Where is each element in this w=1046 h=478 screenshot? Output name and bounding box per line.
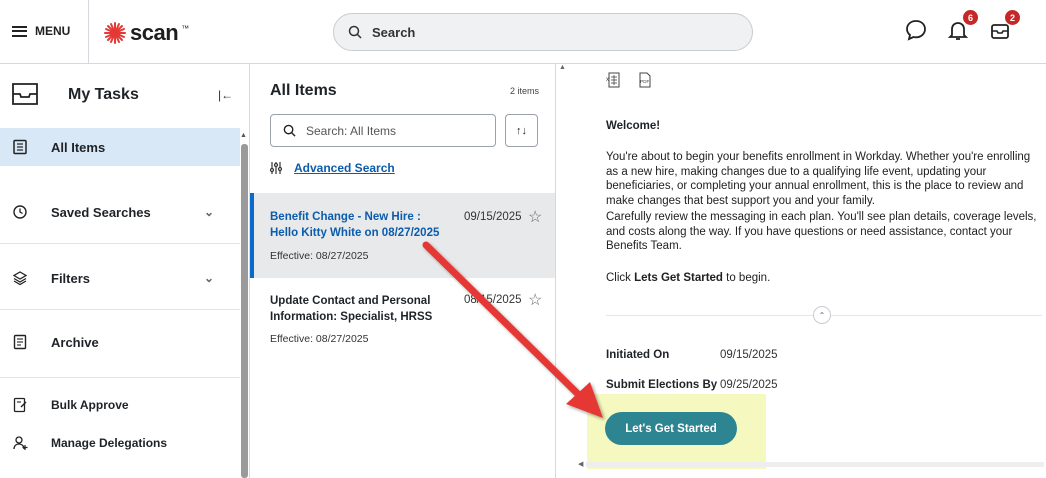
- delegation-icon: [13, 436, 28, 450]
- search-icon: [283, 124, 296, 137]
- sidebar-item-bulk-approve[interactable]: Bulk Approve: [0, 390, 240, 420]
- inbox-button[interactable]: 2: [988, 10, 1020, 42]
- task-date: 09/15/2025: [464, 211, 522, 223]
- sidebar-item-all-items[interactable]: All Items: [0, 128, 240, 166]
- chevron-up-icon: ⌃: [818, 310, 826, 320]
- sidebar-item-archive[interactable]: Archive: [0, 314, 240, 370]
- sidebar-item-label: Filters: [51, 270, 91, 286]
- task-search-input[interactable]: [306, 123, 476, 138]
- instruction-line: Click Lets Get Started to begin.: [606, 272, 770, 284]
- initiated-on-label: Initiated On: [606, 349, 670, 361]
- lets-get-started-button[interactable]: Let's Get Started: [605, 412, 737, 445]
- menu-button[interactable]: MENU: [12, 24, 70, 38]
- global-search-bar[interactable]: [333, 13, 753, 51]
- welcome-heading: Welcome!: [606, 120, 661, 132]
- instruction-suffix: to begin.: [722, 272, 771, 284]
- pdf-icon[interactable]: PDF: [638, 72, 652, 88]
- logo-trademark: ™: [181, 24, 190, 33]
- inbox-badge: 2: [1005, 10, 1020, 25]
- scroll-up-arrow-icon[interactable]: ▲: [240, 132, 247, 139]
- hamburger-icon: [12, 25, 27, 37]
- collapse-sidebar-icon[interactable]: |←: [218, 88, 233, 102]
- layers-icon: [12, 271, 28, 286]
- filter-sliders-icon: [270, 162, 282, 174]
- review-paragraph: Carefully review the messaging in each p…: [606, 211, 1037, 252]
- archive-icon: [13, 334, 27, 350]
- list-icon: [13, 139, 27, 155]
- task-effective-date: Effective: 08/27/2025: [270, 333, 369, 345]
- task-effective-date: Effective: 08/27/2025: [270, 250, 369, 262]
- task-item[interactable]: Benefit Change - New Hire : Hello Kitty …: [250, 193, 555, 278]
- sidebar-item-manage-delegations[interactable]: Manage Delegations: [0, 428, 240, 458]
- sidebar-divider: [0, 309, 240, 310]
- task-title[interactable]: Benefit Change - New Hire : Hello Kitty …: [270, 209, 440, 241]
- clock-icon: [13, 205, 27, 219]
- task-list-title: All Items: [270, 82, 337, 99]
- chevron-down-icon[interactable]: ⌄: [204, 271, 214, 285]
- sidebar-title: My Tasks: [68, 86, 139, 103]
- sidebar-item-label: Saved Searches: [51, 204, 151, 220]
- svg-text:x: x: [606, 77, 609, 83]
- sidebar-divider: [0, 243, 240, 244]
- item-count: 2 items: [510, 86, 540, 96]
- search-icon: [348, 25, 362, 39]
- sidebar-item-saved-searches[interactable]: Saved Searches ⌄: [0, 182, 240, 242]
- excel-icon[interactable]: x: [606, 72, 620, 88]
- sidebar-divider: [0, 377, 240, 378]
- company-logo[interactable]: scan ™: [103, 20, 189, 46]
- advanced-search-label: Advanced Search: [294, 161, 395, 175]
- inbox-tray-icon: [12, 83, 38, 105]
- instruction-bold: Lets Get Started: [634, 272, 723, 284]
- submit-elections-value: 09/25/2025: [720, 379, 778, 391]
- sunburst-logo-icon: [104, 22, 126, 44]
- task-item[interactable]: Update Contact and Personal Information:…: [250, 278, 555, 358]
- sort-arrows-icon: ↑↓: [516, 124, 527, 137]
- task-list-panel: All Items 2 items ↑↓ Advanced Search Ben…: [250, 64, 556, 478]
- welcome-paragraph: You're about to begin your benefits enro…: [606, 151, 1031, 207]
- approve-icon: [13, 397, 27, 413]
- chevron-down-icon[interactable]: ⌄: [204, 205, 214, 219]
- sidebar-header: My Tasks |←: [0, 64, 240, 126]
- star-icon[interactable]: ☆: [528, 207, 542, 227]
- sort-button[interactable]: ↑↓: [505, 114, 538, 147]
- advanced-search-link[interactable]: Advanced Search: [270, 161, 395, 175]
- svg-text:PDF: PDF: [640, 79, 649, 84]
- instruction-prefix: Click: [606, 272, 635, 284]
- global-search-input[interactable]: [372, 24, 672, 40]
- star-icon[interactable]: ☆: [528, 290, 542, 310]
- top-bar: MENU scan ™ Search 6 2: [0, 0, 1046, 64]
- notifications-button[interactable]: 6: [946, 10, 978, 42]
- horizontal-scrollbar[interactable]: [586, 462, 1044, 467]
- sidebar-item-filters[interactable]: Filters ⌄: [0, 248, 240, 308]
- sidebar-item-label: Bulk Approve: [51, 398, 129, 412]
- chat-button[interactable]: [904, 18, 928, 42]
- submit-elections-label: Submit Elections By: [606, 379, 718, 391]
- sidebar-item-label: Manage Delegations: [51, 436, 168, 450]
- task-detail-panel: ▲ x PDF Welcome! You're about to begin y…: [556, 64, 1046, 478]
- menu-label: MENU: [35, 24, 71, 38]
- sidebar-item-label: Archive: [51, 334, 99, 350]
- chat-bubble-icon: [906, 20, 926, 41]
- task-search-box[interactable]: [270, 114, 496, 147]
- scroll-up-arrow-icon[interactable]: ▲: [559, 64, 566, 71]
- task-date: 08/15/2025: [464, 294, 522, 306]
- scroll-left-arrow-icon[interactable]: ◀: [578, 460, 583, 468]
- sidebar-scrollbar[interactable]: [241, 144, 248, 478]
- notifications-badge: 6: [963, 10, 978, 25]
- sidebar-item-label: All Items: [51, 139, 106, 155]
- my-tasks-sidebar: My Tasks |← All Items Saved Searches ⌄ F…: [0, 64, 250, 478]
- logo-wordmark: scan: [130, 20, 179, 45]
- collapse-section-button[interactable]: ⌃: [813, 306, 831, 324]
- task-title[interactable]: Update Contact and Personal Information:…: [270, 293, 445, 325]
- topbar-divider: [88, 0, 89, 64]
- initiated-on-value: 09/15/2025: [720, 349, 778, 361]
